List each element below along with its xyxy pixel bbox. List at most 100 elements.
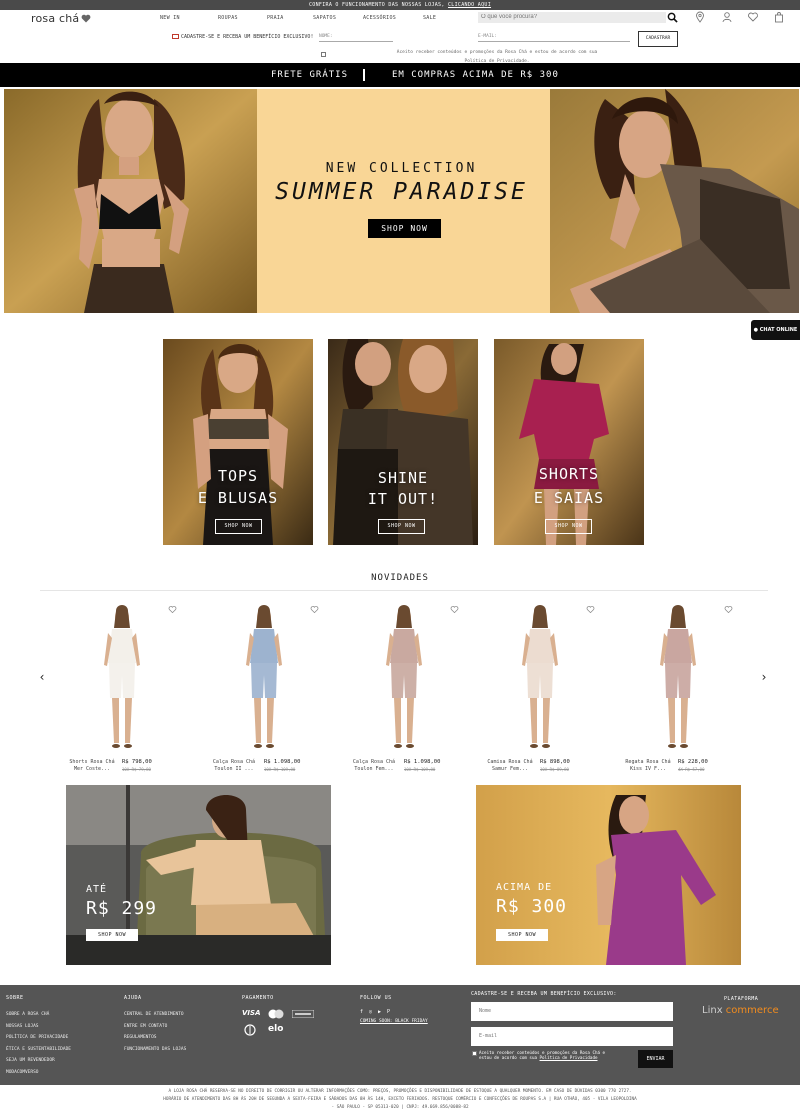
wishlist-heart-icon[interactable]: [724, 605, 733, 614]
product-card[interactable]: Calça Rosa Chá Toulon Fem... R$ 1.098,00 1…: [348, 603, 466, 778]
signup-text: CADASTRE-SE E RECEBA UM BENEFÍCIO EXCLUS…: [181, 34, 314, 40]
promo-shop-now-button[interactable]: SHOP NOW: [86, 929, 138, 941]
wishlist-heart-icon[interactable]: [450, 605, 459, 614]
product-installments: 10X R$ 89,80: [540, 767, 569, 773]
instagram-icon[interactable]: ◎: [369, 1009, 378, 1015]
product-card[interactable]: Calça Rosa Chá Toulon II ... R$ 1.098,00 1…: [208, 603, 326, 778]
diners-icon: [244, 1024, 256, 1036]
header-email-field[interactable]: E-MAIL:: [478, 31, 630, 42]
nav-sapatos[interactable]: SAPATOS: [313, 15, 363, 21]
promo-line1: ATÉ: [86, 884, 108, 895]
envelope-icon: [172, 34, 179, 39]
frete-right: EM COMPRAS ACIMA DE R$ 300: [392, 70, 559, 80]
category-shop-now-button[interactable]: SHOP NOW: [545, 519, 592, 534]
footer-link[interactable]: SEJA UM REVENDEDOR: [6, 1055, 71, 1067]
footer-ajuda-title: AJUDA: [124, 995, 142, 1001]
nav-sale[interactable]: SALE: [423, 15, 453, 21]
product-card[interactable]: Shorts Rosa Chá Mer Coste... R$ 798,00 10X…: [66, 603, 184, 778]
promo-shop-now-button[interactable]: SHOP NOW: [496, 929, 548, 941]
promo-acima-de-300[interactable]: ACIMA DE R$ 300 SHOP NOW: [476, 785, 741, 965]
nav-new-in[interactable]: NEW IN: [160, 15, 218, 21]
product-name[interactable]: Regata Rosa Chá Kiss IV F...: [622, 759, 674, 773]
category-shop-now-button[interactable]: SHOP NOW: [215, 519, 262, 534]
announcement-link[interactable]: CLICANDO AQUI: [448, 2, 491, 8]
location-pin-icon[interactable]: [694, 11, 706, 23]
site-header: rosa chá NEW IN ROUPAS PRAIA SAPATOS ACE…: [0, 10, 800, 64]
footer-link[interactable]: REGULAMENTOS: [124, 1032, 186, 1044]
free-shipping-bar: FRETE GRÁTIS EM COMPRAS ACIMA DE R$ 300: [0, 63, 800, 87]
hero-shop-now-button[interactable]: SHOP NOW: [368, 219, 441, 238]
youtube-icon[interactable]: ▶: [378, 1009, 387, 1015]
nav-praia[interactable]: PRAIA: [267, 15, 313, 21]
newsletter-email-input[interactable]: E-mail: [471, 1027, 673, 1046]
footer-follow: FOLLOW US f◎▶P COMING SOON: BLACK FRIDAY: [360, 995, 428, 1024]
plataforma-title: PLATAFORMA: [724, 996, 759, 1002]
footer-sobre: SOBRE SOBRE A ROSA CHÁ NOSSAS LOJAS POLÍ…: [6, 995, 71, 1078]
product-price: R$ 228,00: [678, 759, 708, 765]
category-shine-it-out[interactable]: SHINE IT OUT! SHOP NOW: [328, 339, 478, 545]
pinterest-icon[interactable]: P: [387, 1009, 396, 1015]
legal-line-1: A LOJA ROSA CHÁ RESERVA-SE NO DIREITO DE…: [168, 1089, 632, 1094]
footer-link[interactable]: SOBRE A ROSA CHÁ: [6, 1009, 71, 1021]
newsletter-title: CADASTRE-SE E RECEBA UM BENEFÍCIO EXCLUS…: [471, 991, 617, 997]
product-card[interactable]: Camisa Rosa Chá Samur Fem... R$ 898,00 10X…: [484, 603, 602, 778]
footer-link[interactable]: MODACOMVERSO: [6, 1067, 71, 1079]
chat-online-button[interactable]: ● CHAT ONLINE: [751, 320, 800, 340]
legal-footer: A LOJA ROSA CHÁ RESERVA-SE NO DIREITO DE…: [0, 1085, 800, 1115]
promo-line2: R$ 300: [496, 896, 568, 917]
chat-bubble-icon: ●: [753, 327, 759, 333]
footer-sobre-title: SOBRE: [6, 995, 24, 1001]
newsletter-send-button[interactable]: ENVIAR: [638, 1050, 673, 1068]
footer-link[interactable]: CENTRAL DE ATENDIMENTO: [124, 1009, 186, 1021]
cadastrar-button[interactable]: CADASTRAR: [638, 31, 678, 47]
hero-banner[interactable]: NEW COLLECTION SUMMER PARADISE SHOP NOW: [4, 89, 799, 313]
logo[interactable]: rosa chá: [31, 12, 91, 25]
wishlist-heart-icon[interactable]: [310, 605, 319, 614]
frete-divider: [363, 69, 365, 81]
category-shorts-e-saias[interactable]: SHORTS E SAIAS SHOP NOW: [494, 339, 644, 545]
product-name[interactable]: Calça Rosa Chá Toulon II ...: [208, 759, 260, 773]
product-card[interactable]: Regata Rosa Chá Kiss IV F... R$ 228,00 4X …: [622, 603, 740, 778]
footer-link[interactable]: NOSSAS LOJAS: [6, 1021, 71, 1033]
newsletter-privacy-link[interactable]: Política de Privacidade: [540, 1055, 598, 1060]
category-title-2: E BLUSAS: [197, 489, 279, 507]
promo-ate-299[interactable]: ATÉ R$ 299 SHOP NOW: [66, 785, 331, 965]
novidades-divider: [40, 590, 768, 591]
category-title-1: SHINE: [377, 469, 429, 487]
novidades-title: NOVIDADES: [371, 573, 429, 583]
newsletter-consent-checkbox[interactable]: [472, 1051, 477, 1056]
wishlist-heart-icon[interactable]: [747, 11, 759, 23]
shopping-bag-icon[interactable]: [773, 11, 785, 23]
footer-link[interactable]: ENTRE EM CONTATO: [124, 1021, 186, 1033]
nav-roupas[interactable]: ROUPAS: [218, 15, 267, 21]
nav-acessorios[interactable]: ACESSÓRIOS: [363, 15, 423, 21]
name-placeholder: NOME: [319, 34, 330, 39]
facebook-icon[interactable]: f: [360, 1009, 369, 1015]
announcement-text: CONFIRA O FUNCIONAMENTO DAS NOSSAS LOJAS…: [308, 2, 448, 8]
search-input[interactable]: [478, 12, 666, 23]
wishlist-heart-icon[interactable]: [586, 605, 595, 614]
product-name[interactable]: Shorts Rosa Chá Mer Coste...: [66, 759, 118, 773]
footer-link[interactable]: ÉTICA E SUSTENTABILIDADE: [6, 1044, 71, 1056]
category-shop-now-button[interactable]: SHOP NOW: [378, 519, 425, 534]
main-nav: NEW IN ROUPAS PRAIA SAPATOS ACESSÓRIOS S…: [160, 15, 453, 21]
product-name[interactable]: Calça Rosa Chá Toulon Fem...: [348, 759, 400, 773]
footer-link[interactable]: POLÍTICA DE PRIVACIDADE: [6, 1032, 71, 1044]
carousel-next-icon[interactable]: ›: [759, 670, 769, 684]
commerce-text: commerce: [725, 1005, 779, 1016]
header-name-field[interactable]: NOME:: [319, 31, 393, 42]
footer-link[interactable]: FUNCIONAMENTO DAS LOJAS: [124, 1044, 186, 1056]
newsletter-name-input[interactable]: Nome: [471, 1002, 673, 1021]
header-consent-checkbox[interactable]: [321, 52, 326, 57]
black-friday-link[interactable]: COMING SOON: BLACK FRIDAY: [360, 1019, 428, 1024]
product-installments-text: 4X R$ 57,00: [678, 767, 705, 772]
product-name[interactable]: Camisa Rosa Chá Samur Fem...: [484, 759, 536, 773]
carousel-prev-icon[interactable]: ‹: [37, 670, 47, 684]
user-icon[interactable]: [721, 11, 733, 23]
product-price: R$ 1.098,00: [264, 759, 301, 765]
wishlist-heart-icon[interactable]: [168, 605, 177, 614]
category-title-1: TOPS: [217, 467, 259, 485]
search-icon[interactable]: [667, 12, 678, 23]
category-tops-e-blusas[interactable]: TOPS E BLUSAS SHOP NOW: [163, 339, 313, 545]
linx-commerce-logo[interactable]: Linx commerce: [702, 1005, 779, 1016]
